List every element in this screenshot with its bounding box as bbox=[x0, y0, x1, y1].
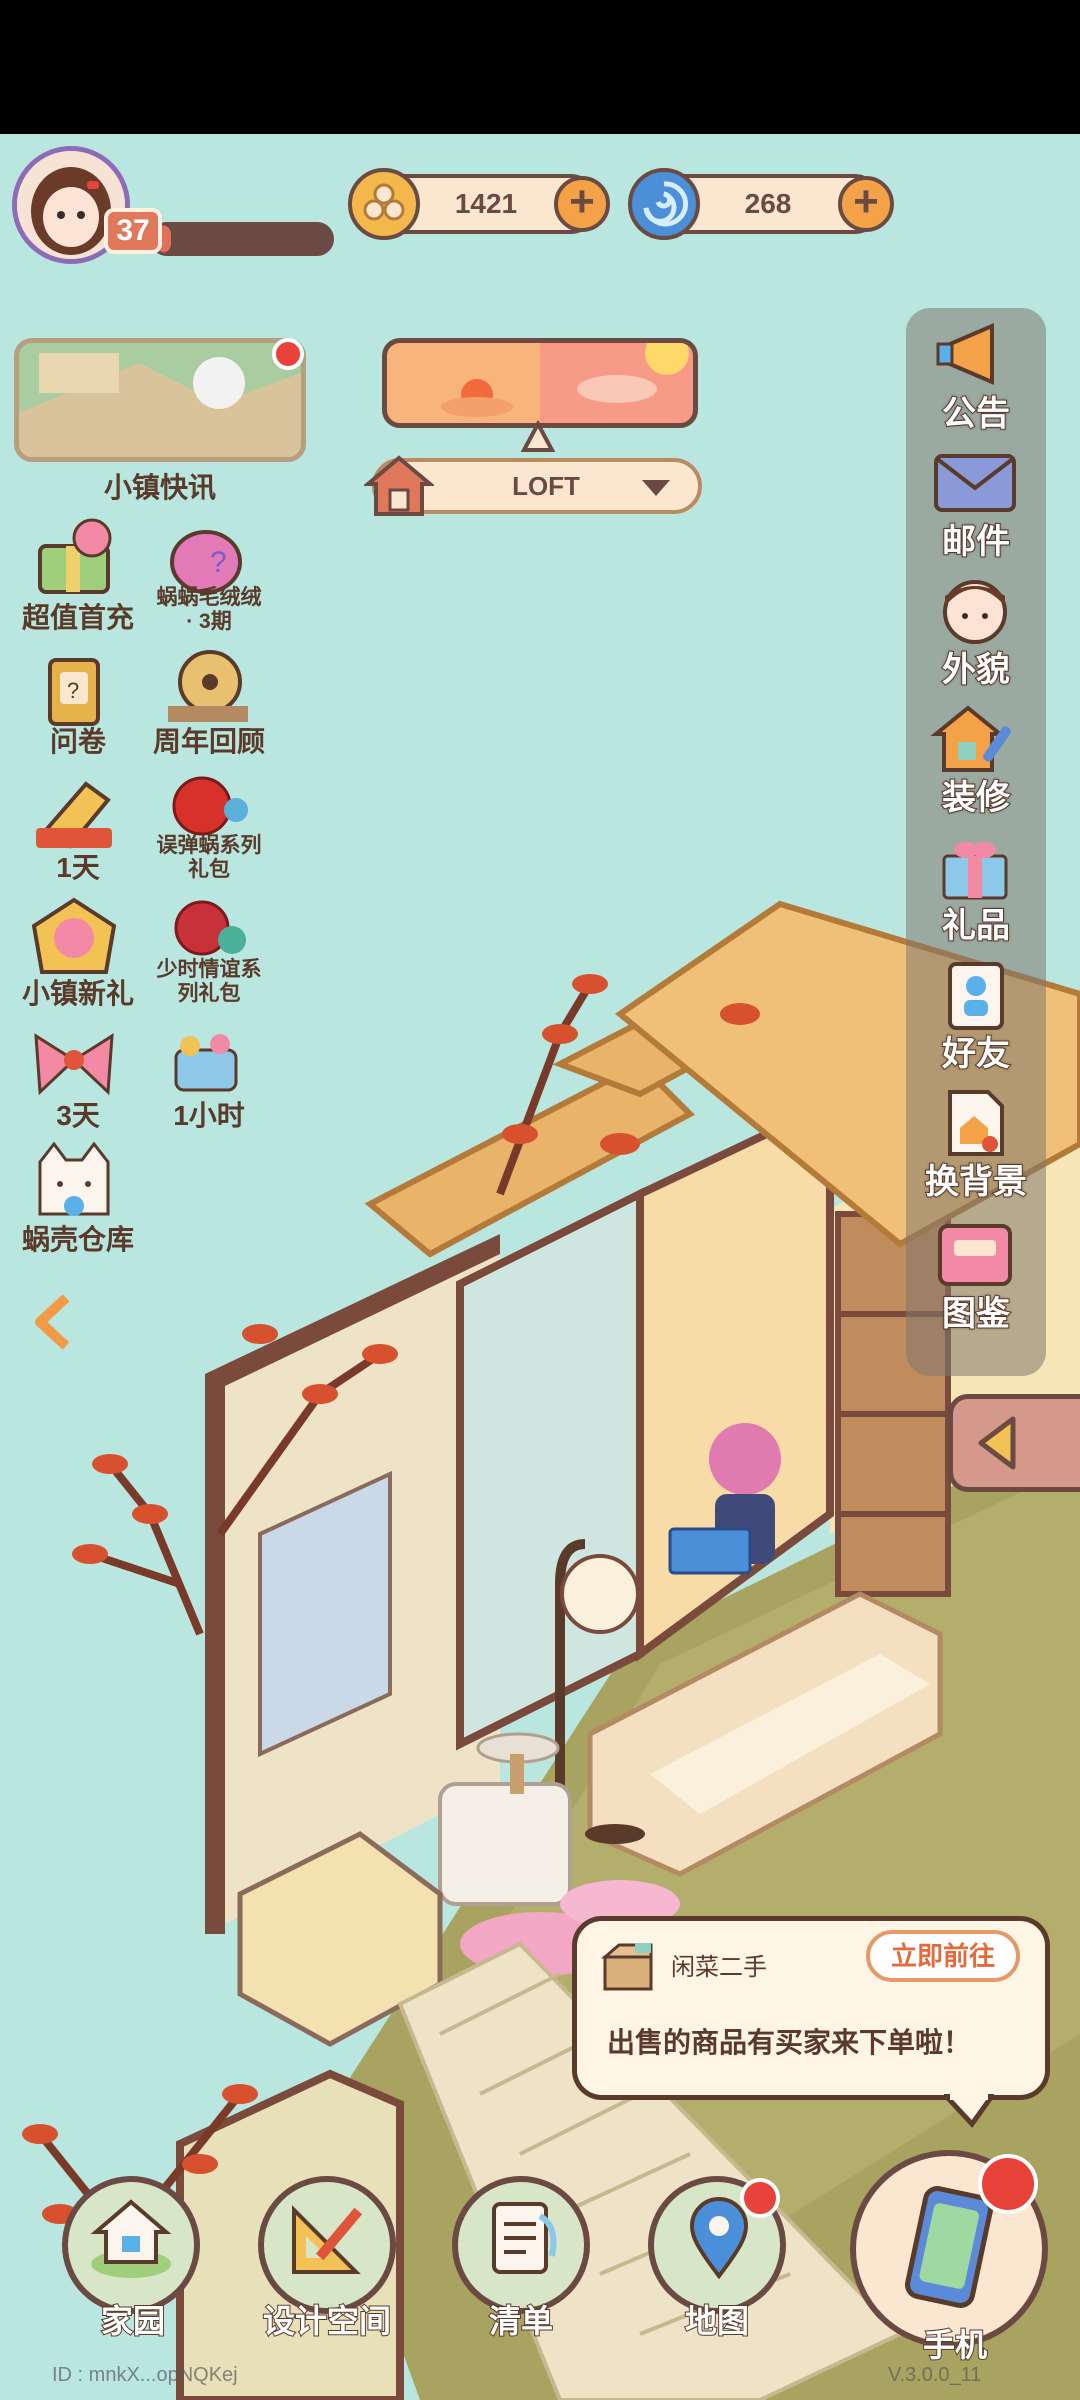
design-ruler-icon bbox=[292, 2205, 363, 2274]
nav-label: 地图 bbox=[684, 2302, 750, 2340]
triangle-left-icon bbox=[978, 1416, 1016, 1470]
house-icon bbox=[362, 454, 436, 518]
chevron-left-icon bbox=[35, 1294, 70, 1350]
version-text: V.3.0.0_11 bbox=[888, 2364, 982, 2386]
town-news-label: 小镇快讯 bbox=[103, 472, 216, 503]
event-label: 误弹蜗系列 礼包 bbox=[156, 834, 262, 881]
notification-message: 出售的商品有买家来下单啦！ bbox=[607, 2027, 972, 2058]
rose-badge-icon[interactable] bbox=[26, 896, 122, 982]
room-name: LOFT bbox=[512, 471, 580, 501]
friends-book-icon bbox=[948, 962, 1004, 1030]
nav-label: 设计空间 bbox=[262, 2302, 392, 2340]
gift-icon bbox=[942, 842, 1008, 900]
nav-label: 手机 bbox=[922, 2326, 988, 2364]
weather-panel[interactable] bbox=[382, 338, 698, 428]
phone-notification-dot bbox=[978, 2154, 1038, 2214]
event-label: 1小时 bbox=[173, 1100, 245, 1131]
event-label: 3天 bbox=[56, 1100, 100, 1131]
event-label: 蜗壳仓库 bbox=[21, 1224, 134, 1255]
level-badge: 37 bbox=[104, 208, 162, 254]
gift-box-icon[interactable] bbox=[26, 516, 122, 602]
ticket-icon[interactable] bbox=[26, 770, 122, 856]
film-reel-icon[interactable] bbox=[158, 644, 254, 730]
event-label: 超值首充 bbox=[21, 602, 134, 633]
weather-pointer-icon bbox=[520, 419, 556, 454]
go-now-button[interactable]: 立即前往 bbox=[866, 1930, 1020, 1982]
menu-album[interactable]: 图鉴 bbox=[906, 1216, 1046, 1338]
event-label: 1天 bbox=[56, 852, 100, 883]
menu-label: 好友 bbox=[941, 1034, 1011, 1074]
album-icon bbox=[938, 1224, 1012, 1286]
add-gem-button[interactable]: + bbox=[838, 176, 894, 232]
menu-change-background[interactable]: 换背景 bbox=[906, 1084, 1046, 1206]
checklist-icon bbox=[492, 2202, 557, 2274]
event-label: 少时情谊系 列礼包 bbox=[156, 958, 262, 1005]
menu-appearance[interactable]: 外貌 bbox=[906, 572, 1046, 694]
event-label: 问卷 bbox=[49, 726, 106, 757]
nav-design-space-button[interactable] bbox=[258, 2176, 396, 2314]
menu-label: 礼品 bbox=[941, 906, 1011, 946]
clover-coin-icon bbox=[348, 168, 420, 240]
blue-swirl-icon bbox=[628, 168, 700, 240]
megaphone-icon bbox=[936, 322, 994, 386]
event-label: 周年回顾 bbox=[152, 726, 265, 757]
bubble-tail bbox=[944, 2094, 994, 2128]
nav-checklist-button[interactable] bbox=[452, 2176, 590, 2314]
nav-label: 清单 bbox=[488, 2302, 554, 2340]
notification-source: 闲菜二手 bbox=[671, 1954, 767, 1981]
collapse-right-menu-button[interactable] bbox=[948, 1394, 1080, 1492]
chevron-down-icon bbox=[642, 480, 670, 496]
map-notification-dot bbox=[740, 2178, 780, 2218]
news-notification-dot bbox=[272, 338, 304, 370]
add-coin-button[interactable]: + bbox=[554, 176, 610, 232]
svg-text:?: ? bbox=[210, 546, 227, 579]
menu-gift[interactable]: 礼品 bbox=[906, 828, 1046, 950]
menu-friends[interactable]: 好友 bbox=[906, 956, 1046, 1078]
menu-label: 公告 bbox=[941, 394, 1011, 434]
menu-announcement[interactable]: 公告 bbox=[906, 316, 1046, 438]
menu-label: 装修 bbox=[941, 778, 1011, 818]
second-hand-box-icon bbox=[600, 1943, 653, 1991]
weather-illustration bbox=[441, 343, 689, 417]
xp-progress-bar bbox=[150, 222, 334, 256]
cat-warehouse-icon[interactable] bbox=[26, 1141, 122, 1228]
player-id: ID : mnkX...opNQKej bbox=[52, 2364, 238, 2386]
menu-decorate[interactable]: 装修 bbox=[906, 700, 1046, 822]
character-face-icon bbox=[943, 580, 1007, 644]
menu-label: 图鉴 bbox=[941, 1294, 1011, 1334]
menu-label: 外貌 bbox=[941, 650, 1011, 690]
background-change-icon bbox=[948, 1090, 1004, 1156]
menu-label: 换背景 bbox=[924, 1162, 1028, 1202]
mail-icon bbox=[934, 454, 1016, 512]
house-wrench-icon bbox=[930, 705, 1011, 772]
collapse-left-panel-button[interactable] bbox=[30, 1292, 76, 1352]
event-label: 蜗蜗毛绒绒 · 3期 bbox=[156, 586, 262, 633]
town-news-card[interactable] bbox=[14, 338, 306, 462]
nav-home-button[interactable] bbox=[62, 2176, 200, 2314]
status-bar-area bbox=[0, 0, 1080, 134]
menu-label: 邮件 bbox=[941, 522, 1011, 562]
event-label: 小镇新礼 bbox=[21, 978, 134, 1009]
town-news-thumbnail bbox=[19, 343, 301, 457]
menu-mail[interactable]: 邮件 bbox=[906, 444, 1046, 566]
svg-text:?: ? bbox=[67, 678, 79, 703]
home-icon bbox=[90, 2199, 172, 2278]
nav-label: 家园 bbox=[100, 2302, 166, 2340]
